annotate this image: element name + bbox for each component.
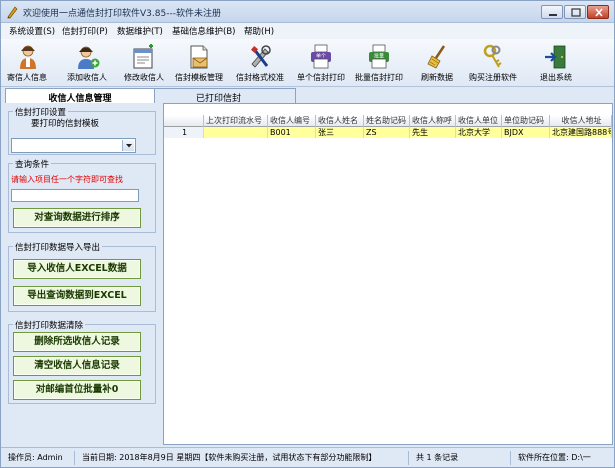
exit-door-icon <box>545 45 566 69</box>
tool-label: 添加收信人 <box>67 73 107 82</box>
add-recipient-icon <box>78 46 100 69</box>
calibrate-format-button[interactable]: 信封格式校准 <box>233 39 287 87</box>
tool-label: 寄信人信息 <box>7 73 47 82</box>
left-panel: 信封打印设置 要打印的信封模板 查询条件 请输入项目任一个字符即可查找 对查询数… <box>4 103 160 443</box>
close-button[interactable] <box>587 5 609 19</box>
table-cell[interactable]: 张三 <box>316 127 364 138</box>
import-export-group: 信封打印数据导入导出 导入收信人EXCEL数据 导出查询数据到EXCEL <box>8 241 156 312</box>
refresh-data-button[interactable]: 刷新数据 <box>415 39 459 87</box>
minimize-button[interactable] <box>541 5 563 19</box>
print-single-button[interactable]: 单个 单个信封打印 <box>293 39 349 87</box>
table-cell[interactable] <box>204 127 268 138</box>
menu-data-maintenance[interactable]: 数据维护(T) <box>117 25 163 37</box>
toolbar: 寄信人信息 添加收信人 修改收信人 信封模板管理 信封格式校准 单个 单个信封打… <box>1 39 614 87</box>
column-header[interactable]: 单位助记码 <box>502 115 550 127</box>
menu-envelope-print[interactable]: 信封打印(P) <box>62 25 108 37</box>
clear-all-button[interactable]: 清空收信人信息记录 <box>13 356 141 376</box>
tool-label: 购买注册软件 <box>469 73 517 82</box>
tool-label: 信封格式校准 <box>236 73 284 82</box>
template-label: 要打印的信封模板 <box>31 119 100 129</box>
tool-label: 批量信封打印 <box>355 73 403 82</box>
table-row[interactable]: 1 B001 张三 ZS 先生 北京大学 BJDX 北京建国路888号 <box>164 127 612 138</box>
status-record-count: 共 1 条记录 <box>413 451 511 465</box>
row-number-header <box>164 115 204 127</box>
import-export-legend: 信封打印数据导入导出 <box>13 241 103 253</box>
dropdown-arrow[interactable] <box>122 140 134 151</box>
tool-label: 修改收信人 <box>124 73 164 82</box>
sort-query-button[interactable]: 对查询数据进行排序 <box>13 208 141 228</box>
envelope-template-icon <box>190 45 208 69</box>
status-operator: 操作员: Admin <box>5 451 75 465</box>
recipient-grid[interactable]: 上次打印流水号 收信人编号 收信人姓名 姓名助记码 收信人称呼 收信人单位 单位… <box>163 103 613 445</box>
sender-person-icon <box>20 45 36 69</box>
table-cell[interactable]: BJDX <box>502 127 550 138</box>
edit-recipient-icon <box>133 44 153 69</box>
print-single-icon: 单个 <box>311 44 331 69</box>
print-settings-group: 信封打印设置 要打印的信封模板 <box>8 106 156 155</box>
row-number: 1 <box>164 127 204 138</box>
status-bar: 操作员: Admin 当前日期: 2018年8月9日 星期四【软件未购买注册，试… <box>1 447 614 467</box>
table-cell[interactable]: 北京建国路888号 <box>550 127 612 138</box>
column-header[interactable]: 收信人姓名 <box>316 115 364 127</box>
app-logo-icon <box>7 6 18 19</box>
edit-recipient-button[interactable]: 修改收信人 <box>118 39 170 87</box>
menu-bar: 系统设置(S) 信封打印(P) 数据维护(T) 基础信息维护(B) 帮助(H) <box>1 23 614 39</box>
delete-selected-button[interactable]: 删除所选收信人记录 <box>13 332 141 352</box>
template-select[interactable] <box>11 138 136 153</box>
tab-printed-envelopes[interactable]: 已打印信封 <box>141 88 296 104</box>
print-batch-icon: 批量 <box>369 44 389 69</box>
import-excel-button[interactable]: 导入收信人EXCEL数据 <box>13 259 141 279</box>
buy-register-button[interactable]: 购买注册软件 <box>464 39 522 87</box>
column-header[interactable]: 上次打印流水号 <box>204 115 268 127</box>
query-group: 查询条件 请输入项目任一个字符即可查找 对查询数据进行排序 <box>8 158 156 233</box>
export-excel-button[interactable]: 导出查询数据到EXCEL <box>13 286 141 306</box>
query-input[interactable] <box>11 189 139 202</box>
table-cell[interactable]: B001 <box>268 127 316 138</box>
menu-system-settings[interactable]: 系统设置(S) <box>9 25 55 37</box>
query-hint: 请输入项目任一个字符即可查找 <box>11 175 123 184</box>
status-date: 当前日期: 2018年8月9日 星期四【软件未购买注册，试用状态下有部分功能限制… <box>79 451 409 465</box>
column-header[interactable]: 收信人地址 <box>550 115 612 127</box>
broom-icon <box>427 45 446 69</box>
calibrate-tools-icon <box>250 45 271 68</box>
chevron-down-icon <box>126 144 132 148</box>
tab-strip: 已打印信封 收信人信息管理 <box>1 87 614 104</box>
maximize-icon <box>571 8 581 17</box>
tab-recipient-management[interactable]: 收信人信息管理 <box>5 88 155 104</box>
grid-header: 上次打印流水号 收信人编号 收信人姓名 姓名助记码 收信人称呼 收信人单位 单位… <box>164 115 612 127</box>
clear-data-group: 信封打印数据清除 删除所选收信人记录 清空收信人信息记录 对邮编首位批量补0 <box>8 319 156 404</box>
title-bar: 欢迎使用一点通信封打印软件V3.85---软件未注册 <box>1 1 614 23</box>
table-cell[interactable]: 先生 <box>410 127 456 138</box>
window-title: 欢迎使用一点通信封打印软件V3.85---软件未注册 <box>23 9 221 19</box>
zip-fill-zero-button[interactable]: 对邮编首位批量补0 <box>13 380 141 400</box>
app-window: 欢迎使用一点通信封打印软件V3.85---软件未注册 系统设置(S) 信封打印(… <box>0 0 615 468</box>
query-legend: 查询条件 <box>13 158 52 170</box>
table-cell[interactable]: 北京大学 <box>456 127 502 138</box>
column-header[interactable]: 收信人编号 <box>268 115 316 127</box>
minimize-icon <box>549 14 557 16</box>
print-batch-button[interactable]: 批量 批量信封打印 <box>351 39 407 87</box>
svg-text:批量: 批量 <box>374 53 384 60</box>
close-icon <box>595 8 603 17</box>
tool-label: 单个信封打印 <box>297 73 345 82</box>
envelope-template-button[interactable]: 信封模板管理 <box>172 39 226 87</box>
status-location: 软件所在位置: D:\一 <box>518 453 591 462</box>
exit-system-button[interactable]: 退出系统 <box>531 39 581 87</box>
column-header[interactable]: 姓名助记码 <box>364 115 410 127</box>
keys-icon <box>483 44 502 68</box>
table-cell[interactable]: ZS <box>364 127 410 138</box>
sender-info-button[interactable]: 寄信人信息 <box>3 39 51 87</box>
maximize-button[interactable] <box>564 5 586 19</box>
tool-label: 信封模板管理 <box>175 73 223 82</box>
tool-label: 刷新数据 <box>421 73 453 82</box>
add-recipient-button[interactable]: 添加收信人 <box>59 39 115 87</box>
menu-basic-info[interactable]: 基础信息维护(B) <box>172 25 235 37</box>
column-header[interactable]: 收信人称呼 <box>410 115 456 127</box>
clear-data-legend: 信封打印数据清除 <box>13 319 86 331</box>
tool-label: 退出系统 <box>540 73 572 82</box>
column-header[interactable]: 收信人单位 <box>456 115 502 127</box>
svg-text:单个: 单个 <box>316 53 326 60</box>
menu-help[interactable]: 帮助(H) <box>244 25 274 37</box>
